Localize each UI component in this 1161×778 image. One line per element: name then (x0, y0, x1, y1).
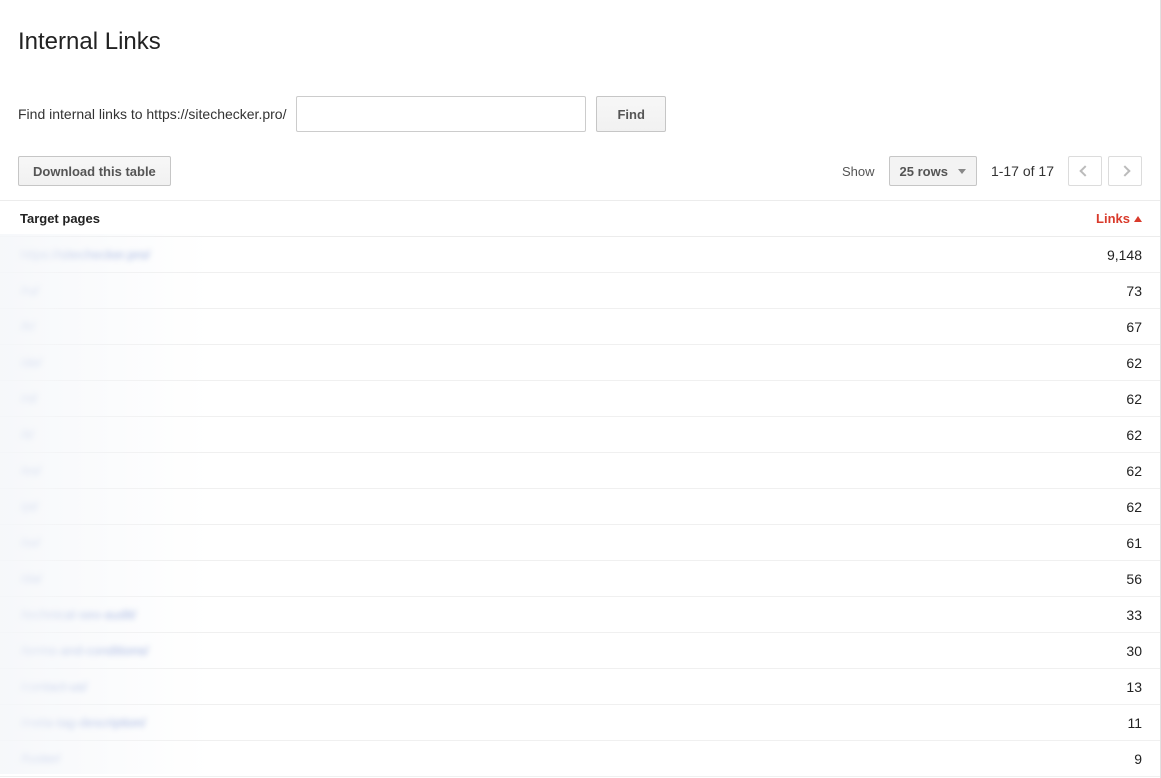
target-page-cell[interactable]: https://sitechecker.pro/ (20, 247, 150, 262)
links-count-cell: 9,148 (1107, 247, 1142, 263)
right-controls: Show 25 rows 1-17 of 17 (842, 156, 1142, 186)
links-count-cell: 61 (1126, 535, 1142, 551)
target-page-cell[interactable]: /footer/ (20, 751, 60, 766)
target-page-cell[interactable]: /es/ (20, 463, 41, 478)
links-count-cell: 62 (1126, 499, 1142, 515)
links-count-cell: 73 (1126, 283, 1142, 299)
links-count-cell: 11 (1127, 715, 1142, 731)
table-row[interactable]: /ru/73 (0, 273, 1160, 309)
find-button[interactable]: Find (596, 96, 665, 132)
table-header: Target pages Links (0, 201, 1160, 237)
table-row[interactable]: /terms-and-conditions/30 (0, 633, 1160, 669)
table-row[interactable]: /contact-us/13 (0, 669, 1160, 705)
target-page-cell[interactable]: /nl/ (20, 391, 37, 406)
sort-asc-icon (1134, 216, 1142, 222)
rows-select[interactable]: 25 rows (889, 156, 977, 186)
links-count-cell: 62 (1126, 463, 1142, 479)
table-row[interactable]: /sv/61 (0, 525, 1160, 561)
target-page-cell[interactable]: /sv/ (20, 535, 40, 550)
target-page-cell[interactable]: /fr/ (20, 319, 35, 334)
rows-select-value: 25 rows (900, 164, 948, 179)
table-row[interactable]: /technical-seo-audit/33 (0, 597, 1160, 633)
pager-prev-button[interactable] (1068, 156, 1102, 186)
links-count-cell: 67 (1126, 319, 1142, 335)
target-page-cell[interactable]: /technical-seo-audit/ (20, 607, 136, 622)
chevron-right-icon (1119, 165, 1130, 176)
target-page-cell[interactable]: /meta-tag-description/ (20, 715, 146, 730)
table-row[interactable]: /de/62 (0, 345, 1160, 381)
links-count-cell: 62 (1126, 355, 1142, 371)
target-page-cell[interactable]: /da/ (20, 571, 42, 586)
links-count-cell: 9 (1134, 751, 1142, 767)
table-row[interactable]: /fr/67 (0, 309, 1160, 345)
links-count-cell: 56 (1126, 571, 1142, 587)
table-row[interactable]: https://sitechecker.pro/9,148 (0, 237, 1160, 273)
target-page-cell[interactable]: /contact-us/ (20, 679, 87, 694)
search-row: Find internal links to https://sitecheck… (18, 96, 1160, 132)
search-input[interactable] (296, 96, 586, 132)
col-target-pages[interactable]: Target pages (20, 211, 100, 226)
target-page-cell[interactable]: /it/ (20, 427, 34, 442)
links-count-cell: 33 (1126, 607, 1142, 623)
download-button[interactable]: Download this table (18, 156, 171, 186)
search-label: Find internal links to https://sitecheck… (18, 106, 286, 122)
col-links-label: Links (1096, 211, 1130, 226)
links-count-cell: 62 (1126, 391, 1142, 407)
table-row[interactable]: /pt/62 (0, 489, 1160, 525)
links-count-cell: 30 (1126, 643, 1142, 659)
table-row[interactable]: /meta-tag-description/11 (0, 705, 1160, 741)
target-page-cell[interactable]: /ru/ (20, 283, 39, 298)
table-row[interactable]: /it/62 (0, 417, 1160, 453)
chevron-down-icon (958, 169, 966, 174)
table-body: https://sitechecker.pro/9,148/ru/73/fr/6… (0, 237, 1160, 777)
pager-next-button[interactable] (1108, 156, 1142, 186)
table-row[interactable]: /footer/9 (0, 741, 1160, 777)
col-links[interactable]: Links (1096, 211, 1142, 226)
target-page-cell[interactable]: /de/ (20, 355, 42, 370)
pager-buttons (1068, 156, 1142, 186)
table-row[interactable]: /es/62 (0, 453, 1160, 489)
pager-range: 1-17 of 17 (991, 163, 1054, 179)
links-count-cell: 13 (1126, 679, 1142, 695)
links-count-cell: 62 (1126, 427, 1142, 443)
page-title: Internal Links (18, 28, 1160, 56)
table-row[interactable]: /nl/62 (0, 381, 1160, 417)
toolbar: Download this table Show 25 rows 1-17 of… (0, 156, 1160, 200)
chevron-left-icon (1079, 165, 1090, 176)
table-row[interactable]: /da/56 (0, 561, 1160, 597)
target-page-cell[interactable]: /terms-and-conditions/ (20, 643, 149, 658)
target-page-cell[interactable]: /pt/ (20, 499, 38, 514)
show-label: Show (842, 164, 875, 179)
